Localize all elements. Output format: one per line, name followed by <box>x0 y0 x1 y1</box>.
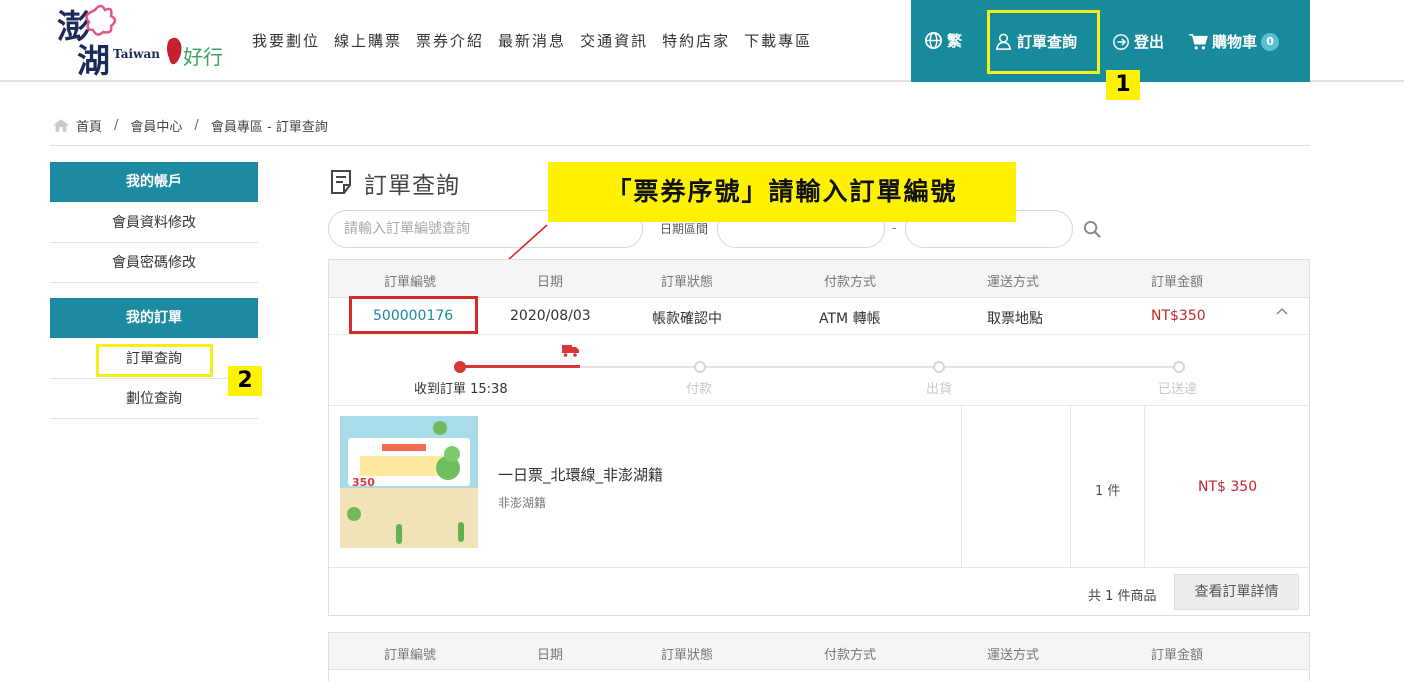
breadcrumb-home[interactable]: 首頁 <box>76 116 102 135</box>
logout-label: 登出 <box>1134 33 1165 51</box>
callout-ticket-serial: 「票券序號」請輸入訂單編號 <box>548 162 1016 222</box>
progress-step-paid: 付款 <box>686 382 713 397</box>
col-amount: 訂單金額 <box>1151 275 1204 290</box>
date-separator: - <box>892 221 897 236</box>
sidebar-item-seat-query[interactable]: 劃位查詢 <box>50 379 258 419</box>
nav-ticket-info[interactable]: 票券介紹 <box>416 30 484 51</box>
product-variant: 非澎湖籍 <box>498 496 547 510</box>
nav-stores[interactable]: 特約店家 <box>662 30 730 51</box>
nav-buy-ticket[interactable]: 線上購票 <box>334 30 402 51</box>
step-marker-2: 2 <box>228 366 262 396</box>
col-date: 日期 <box>537 275 564 290</box>
logout-icon <box>1113 33 1129 50</box>
col-status: 訂單狀態 <box>661 275 714 290</box>
globe-icon <box>925 32 942 49</box>
view-order-detail-button[interactable]: 查看訂單詳情 <box>1174 574 1299 610</box>
highlight-order-query <box>987 10 1100 74</box>
highlight-order-number <box>349 296 478 334</box>
svg-text:Taiwan: Taiwan <box>113 47 160 61</box>
chevron-up-icon[interactable] <box>1276 307 1288 315</box>
order-shipping: 取票地點 <box>987 311 1043 327</box>
order-payment: ATM 轉帳 <box>819 311 881 327</box>
step-marker-1: 1 <box>1106 70 1140 100</box>
product-thumbnail[interactable]: 350 <box>340 416 478 548</box>
col-status: 訂單狀態 <box>661 648 714 663</box>
item-divider <box>1144 406 1145 568</box>
order-status: 帳款確認中 <box>652 311 722 327</box>
cart-count-badge: 0 <box>1261 32 1280 51</box>
progress-step-delivered: 已送達 <box>1158 382 1198 397</box>
main-nav: 我要劃位 線上購票 票券介紹 最新消息 交通資訊 特約店家 下載專區 <box>252 30 826 51</box>
progress-track-done <box>460 365 580 368</box>
order-item: 350 一日票_北環線_非澎湖籍 非澎湖籍 1 件 NT$ 350 <box>329 406 1309 568</box>
progress-dot-delivered <box>1173 361 1185 373</box>
logout-link[interactable]: 登出 <box>1112 31 1164 52</box>
breadcrumb-current: 會員專區 - 訂單查詢 <box>210 120 328 135</box>
col-payment: 付款方式 <box>824 275 877 290</box>
highlight-sidebar-order-query <box>96 344 213 377</box>
col-shipping: 運送方式 <box>987 648 1040 663</box>
language-label: 繁 <box>947 32 963 50</box>
progress-dot-shipped <box>933 361 945 373</box>
nav-reserve[interactable]: 我要劃位 <box>252 30 320 51</box>
breadcrumb: 首頁 / 會員中心 / 會員專區 - 訂單查詢 <box>52 116 328 135</box>
page-title: 訂單查詢 <box>329 166 460 200</box>
nav-download[interactable]: 下載專區 <box>744 30 812 51</box>
order-footer: 共 1 件商品 查看訂單詳情 <box>329 568 1309 616</box>
breadcrumb-member-center[interactable]: 會員中心 <box>130 116 182 135</box>
site-logo[interactable]: 澎 湖 Taiwan 好行 <box>55 2 240 80</box>
progress-step-received: 收到訂單 15:38 <box>414 382 508 397</box>
order-table-header-2: 訂單編號 日期 訂單狀態 付款方式 運送方式 訂單金額 <box>329 633 1309 670</box>
receipt-icon <box>331 170 351 194</box>
product-quantity: 1 件 <box>1095 484 1121 499</box>
product-name[interactable]: 一日票_北環線_非澎湖籍 <box>498 464 663 485</box>
order-date: 2020/08/03 <box>510 308 591 324</box>
progress-dot-received <box>454 361 466 373</box>
item-divider <box>961 406 962 568</box>
order-table-header: 訂單編號 日期 訂單狀態 付款方式 運送方式 訂單金額 <box>329 260 1309 298</box>
col-order-no: 訂單編號 <box>384 275 437 290</box>
svg-text:好行: 好行 <box>183 45 223 69</box>
page-title-text: 訂單查詢 <box>364 173 460 199</box>
home-icon <box>52 119 70 132</box>
date-range-label: 日期區間 <box>660 222 709 236</box>
nav-news[interactable]: 最新消息 <box>498 30 566 51</box>
sidebar-item-password[interactable]: 會員密碼修改 <box>50 243 258 283</box>
cart-label: 購物車 <box>1212 33 1258 51</box>
breadcrumb-divider <box>50 145 1310 146</box>
nav-traffic[interactable]: 交通資訊 <box>580 30 648 51</box>
order-item-count: 共 1 件商品 <box>1088 589 1157 604</box>
progress-step-shipped: 出貨 <box>926 382 953 397</box>
item-divider <box>1070 406 1071 568</box>
site-header: 澎 湖 Taiwan 好行 我要劃位 線上購票 票券介紹 最新消息 交通資訊 特… <box>0 0 1404 82</box>
search-icon[interactable] <box>1083 220 1102 239</box>
order-progress: 收到訂單 15:38 付款 出貨 已送達 <box>329 335 1309 406</box>
svg-text:350: 350 <box>352 476 375 489</box>
cart-link[interactable]: 購物車 0 <box>1188 31 1280 52</box>
language-button[interactable]: 繁 <box>924 30 962 51</box>
product-price: NT$ 350 <box>1198 479 1258 495</box>
svg-text:湖: 湖 <box>77 41 110 78</box>
order-amount: NT$350 <box>1151 308 1206 324</box>
sidebar-orders-heading: 我的訂單 <box>50 298 258 338</box>
col-shipping: 運送方式 <box>987 275 1040 290</box>
col-amount: 訂單金額 <box>1151 648 1204 663</box>
cart-icon <box>1189 33 1208 49</box>
col-order-no: 訂單編號 <box>384 648 437 663</box>
order-panel-2: 訂單編號 日期 訂單狀態 付款方式 運送方式 訂單金額 <box>328 632 1310 681</box>
progress-dot-paid <box>694 361 706 373</box>
col-date: 日期 <box>537 648 564 663</box>
order-panel: 訂單編號 日期 訂單狀態 付款方式 運送方式 訂單金額 500000176 20… <box>328 259 1310 616</box>
truck-icon <box>562 345 579 357</box>
sidebar-account-heading: 我的帳戶 <box>50 162 258 202</box>
sidebar-item-profile[interactable]: 會員資料修改 <box>50 203 258 243</box>
col-payment: 付款方式 <box>824 648 877 663</box>
